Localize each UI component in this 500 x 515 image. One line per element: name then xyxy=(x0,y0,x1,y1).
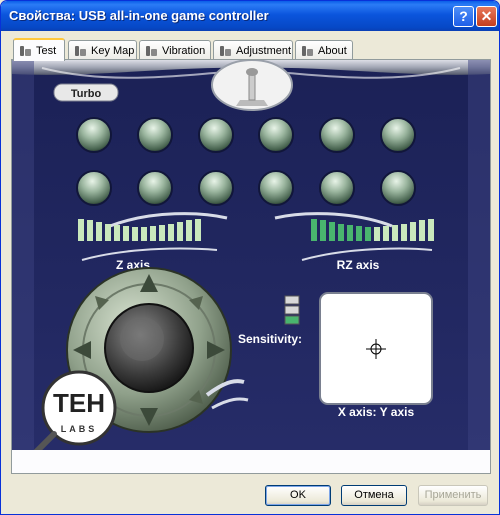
apply-button[interactable]: Применить xyxy=(418,485,488,506)
button-indicator-5 xyxy=(319,117,355,153)
button-indicator-6 xyxy=(380,117,416,153)
sensitivity-block xyxy=(284,305,300,315)
test-panel-art: Turbo Z axis RZ axis Sensitivity: X axis… xyxy=(12,60,490,450)
tab-test[interactable]: Test xyxy=(13,38,65,61)
tab-label: Key Map xyxy=(91,44,135,57)
joystick-tab-icon xyxy=(218,45,232,57)
turbo-label: Turbo xyxy=(71,88,102,100)
tab-label: Test xyxy=(36,44,57,57)
joystick-tab-icon xyxy=(144,45,158,57)
sensitivity-indicator xyxy=(284,295,300,325)
tab-label: About xyxy=(318,44,347,57)
rz-axis-label: RZ axis xyxy=(337,258,380,272)
z-axis-bar xyxy=(195,219,201,241)
logo-main-text: TEH xyxy=(53,388,105,418)
button-indicator-11 xyxy=(319,170,355,206)
z-axis-bar xyxy=(150,226,156,241)
title-bar[interactable]: Свойства: USB all-in-one game controller… xyxy=(1,1,499,31)
button-indicator-3 xyxy=(198,117,234,153)
window-title: Свойства: USB all-in-one game controller xyxy=(9,8,269,23)
rz-axis-bar xyxy=(338,224,344,241)
z-axis-bar xyxy=(168,224,174,241)
rz-axis-bar xyxy=(419,220,425,241)
sensitivity-label: Sensitivity: xyxy=(238,332,302,346)
button-indicator-4 xyxy=(258,117,294,153)
close-button[interactable]: ✕ xyxy=(476,6,497,27)
button-indicator-1 xyxy=(76,117,112,153)
joystick-tab-icon xyxy=(18,45,32,57)
z-axis-bar xyxy=(105,224,111,241)
properties-dialog: Свойства: USB all-in-one game controller… xyxy=(0,0,500,515)
z-axis-bar xyxy=(141,227,147,241)
rz-axis-bar xyxy=(347,225,353,241)
joystick-tab-icon xyxy=(73,45,87,57)
z-axis-bar xyxy=(87,220,93,241)
rz-axis-bar xyxy=(320,220,326,241)
z-axis-bar xyxy=(186,220,192,241)
logo-sub-text: LABS xyxy=(61,424,98,434)
rz-axis-bar xyxy=(311,219,317,241)
cancel-button[interactable]: Отмена xyxy=(341,485,407,506)
tab-label: Vibration xyxy=(162,44,206,57)
rz-axis-bar xyxy=(365,227,371,241)
button-indicator-8 xyxy=(137,170,173,206)
tab-key-map[interactable]: Key Map xyxy=(68,40,137,60)
tab-vibration[interactable]: Vibration xyxy=(139,40,211,60)
xy-axis-label: X axis: Y axis xyxy=(338,405,415,419)
tab-label: Adjustment xyxy=(236,44,292,57)
rz-axis-bar xyxy=(410,222,416,241)
z-axis-bar xyxy=(96,222,102,241)
joystick-tab-icon xyxy=(300,45,314,57)
z-axis-bar xyxy=(177,222,183,241)
z-axis-bar xyxy=(159,225,165,241)
rz-axis-bar xyxy=(374,227,380,241)
button-indicator-2 xyxy=(137,117,173,153)
joystick-logo-icon xyxy=(211,60,293,111)
button-indicator-12 xyxy=(380,170,416,206)
button-indicator-9 xyxy=(198,170,234,206)
button-indicator-7 xyxy=(76,170,112,206)
ok-button[interactable]: OK xyxy=(265,485,331,506)
z-axis-bar xyxy=(123,226,129,241)
xy-axis-display xyxy=(319,292,433,405)
z-axis-bar xyxy=(132,227,138,241)
rz-axis-bar xyxy=(329,222,335,241)
rz-axis-bar xyxy=(392,225,398,241)
sensitivity-block xyxy=(284,295,300,305)
rz-axis-bar xyxy=(401,224,407,241)
tab-about[interactable]: About xyxy=(295,40,353,60)
sensitivity-block xyxy=(284,315,300,325)
tab-adjustment[interactable]: Adjustment xyxy=(213,40,293,60)
button-indicator-10 xyxy=(258,170,294,206)
turbo-badge[interactable]: Turbo xyxy=(53,83,119,102)
help-button[interactable]: ? xyxy=(453,6,474,27)
rz-axis-bar xyxy=(356,226,362,241)
z-axis-bar xyxy=(114,225,120,241)
rz-axis-bar xyxy=(383,226,389,241)
rz-axis-bar xyxy=(428,219,434,241)
tab-strip: Test Key Map Vibration Adjustment About xyxy=(11,38,491,61)
z-axis-bar xyxy=(78,219,84,241)
